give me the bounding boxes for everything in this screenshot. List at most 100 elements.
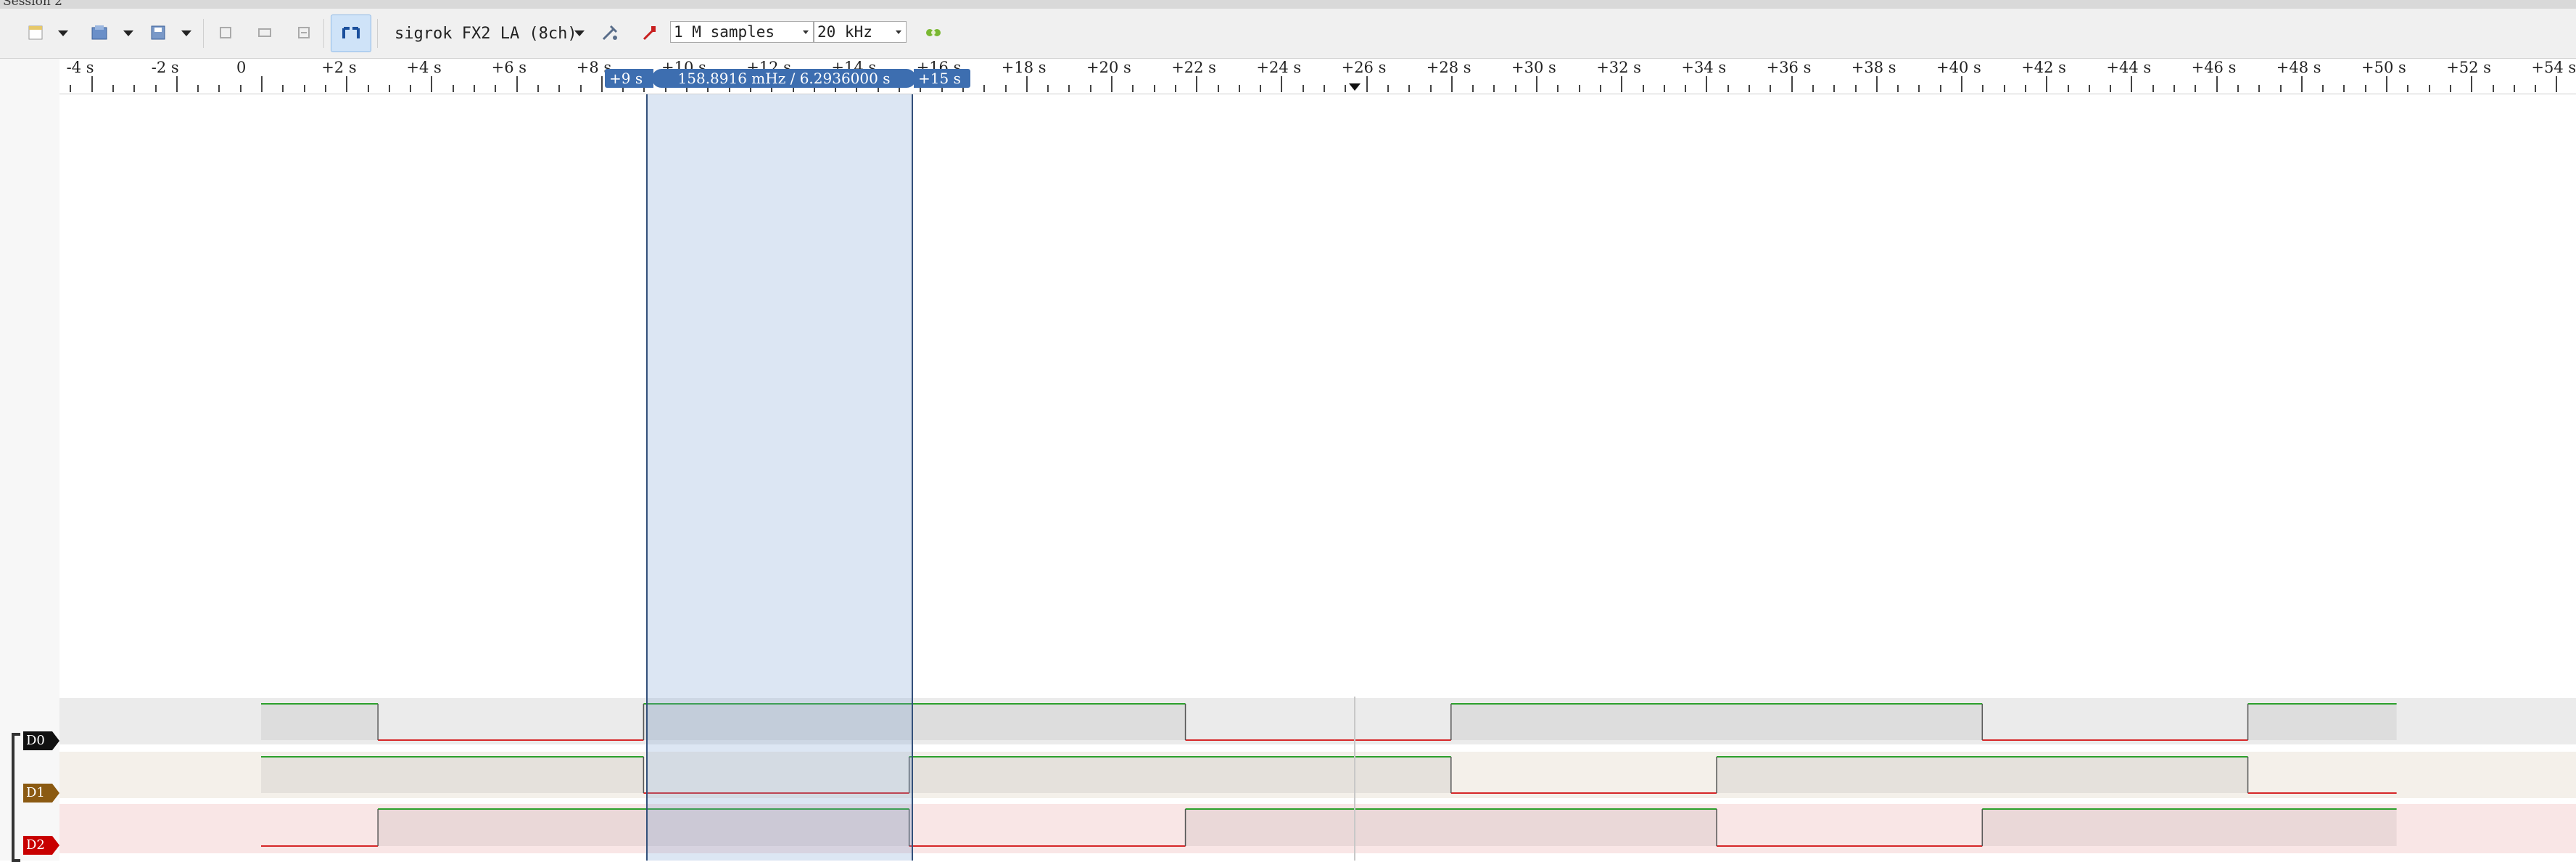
ruler-tick bbox=[474, 85, 475, 92]
zoom-one-icon[interactable] bbox=[254, 22, 276, 44]
ruler-tick bbox=[2322, 85, 2324, 92]
ruler-tick bbox=[1387, 85, 1389, 92]
ruler-tick bbox=[2300, 76, 2303, 92]
ruler-tick bbox=[112, 85, 114, 92]
trigger-line bbox=[1354, 697, 1355, 861]
device-dropdown-arrow[interactable] bbox=[574, 30, 585, 36]
ruler-tick bbox=[1770, 85, 1772, 92]
ruler-tick bbox=[1281, 76, 1283, 92]
save-icon[interactable] bbox=[148, 22, 170, 44]
ruler-tick-label: +48 s bbox=[2276, 59, 2321, 76]
channel-label-d0[interactable]: D0 bbox=[23, 731, 59, 750]
zoom-fit-icon[interactable] bbox=[215, 22, 236, 44]
waveform-high-fill bbox=[261, 757, 644, 793]
sample-count-combo[interactable]: 1 M samples bbox=[670, 21, 814, 43]
ruler-tick bbox=[1068, 85, 1070, 92]
ruler-tick bbox=[2471, 76, 2473, 92]
show-cursors-button[interactable] bbox=[331, 15, 371, 52]
channel-label-d1[interactable]: D1 bbox=[23, 784, 59, 803]
ruler-tick bbox=[516, 76, 518, 92]
ruler-tick bbox=[346, 76, 348, 92]
ruler-tick bbox=[1514, 85, 1516, 92]
ruler-tick bbox=[2195, 85, 2197, 92]
ruler-tick bbox=[1408, 85, 1411, 92]
ruler-tick bbox=[2556, 76, 2558, 92]
ruler-tick bbox=[2492, 85, 2494, 92]
ruler-tick bbox=[452, 85, 454, 92]
ruler-tick bbox=[1621, 76, 1623, 92]
ruler-tick bbox=[367, 85, 369, 92]
channel-label-d2[interactable]: D2 bbox=[23, 836, 59, 855]
ruler-tick bbox=[1706, 76, 1708, 92]
cursor-left-flag[interactable]: +9 s bbox=[605, 69, 653, 88]
sample-rate-combo[interactable]: 20 kHz bbox=[814, 21, 907, 43]
waveform-high-fill bbox=[261, 704, 379, 740]
open-dropdown-arrow[interactable] bbox=[123, 30, 133, 36]
ruler-tick bbox=[1918, 85, 1920, 92]
ruler-tick bbox=[600, 76, 603, 92]
ruler-tick bbox=[1324, 85, 1325, 92]
ruler-tick bbox=[218, 85, 220, 92]
ruler-tick bbox=[2535, 85, 2537, 92]
ruler-tick bbox=[537, 85, 539, 92]
ruler-tick-label: +4 s bbox=[406, 59, 442, 76]
ruler-tick bbox=[579, 85, 582, 92]
save-dropdown-arrow[interactable] bbox=[181, 30, 191, 36]
ruler-tick bbox=[1685, 85, 1687, 92]
ruler-tick bbox=[1982, 85, 1984, 92]
ruler-tick bbox=[495, 85, 497, 92]
ruler-tick-label: +42 s bbox=[2021, 59, 2066, 76]
toolbar-separator bbox=[377, 19, 378, 48]
cursor-right-flag[interactable]: +15 s bbox=[914, 69, 970, 88]
probe-icon[interactable] bbox=[638, 22, 660, 44]
ruler-tick bbox=[2024, 85, 2026, 92]
ruler-tick bbox=[1238, 85, 1240, 92]
ruler-tick bbox=[1557, 85, 1559, 92]
waveform-high-fill bbox=[909, 757, 1451, 793]
ruler-tick bbox=[2110, 85, 2112, 92]
new-session-icon[interactable] bbox=[25, 22, 46, 44]
ruler-tick-label: +38 s bbox=[1851, 59, 1896, 76]
ruler-tick bbox=[1196, 76, 1198, 92]
ruler-tick-label: +52 s bbox=[2446, 59, 2491, 76]
ruler-tick-label: +44 s bbox=[2106, 59, 2152, 76]
ruler-tick bbox=[1897, 85, 1899, 92]
ruler-tick bbox=[261, 76, 263, 92]
ruler-tick bbox=[2088, 85, 2090, 92]
ruler-tick bbox=[431, 76, 433, 92]
trace-view[interactable] bbox=[59, 94, 2576, 861]
ruler-tick bbox=[1939, 85, 1941, 92]
chevron-down-icon bbox=[896, 30, 901, 34]
ruler-tick bbox=[1727, 85, 1729, 92]
ruler-tick bbox=[1366, 76, 1368, 92]
ruler-tick bbox=[1004, 85, 1007, 92]
ruler-tick bbox=[2003, 85, 2005, 92]
new-session-dropdown-arrow[interactable] bbox=[58, 30, 68, 36]
ruler-tick bbox=[303, 85, 305, 92]
ruler-tick bbox=[2046, 76, 2048, 92]
ruler-tick-label: -4 s bbox=[66, 59, 94, 76]
configure-device-icon[interactable] bbox=[599, 22, 621, 44]
chevron-down-icon bbox=[803, 30, 809, 34]
ruler-tick bbox=[2364, 85, 2366, 92]
ruler-tick bbox=[2407, 85, 2409, 92]
waveform-high-fill bbox=[2247, 704, 2397, 740]
waveform-high-fill bbox=[1717, 757, 2248, 793]
run-icon[interactable] bbox=[922, 22, 944, 44]
ruler-tick bbox=[1111, 76, 1112, 92]
ruler-tick bbox=[1578, 85, 1580, 92]
open-icon[interactable] bbox=[88, 22, 110, 44]
ruler-tick bbox=[983, 85, 986, 92]
ruler-tick bbox=[1450, 76, 1453, 92]
ruler-tick bbox=[388, 85, 390, 92]
ruler-tick bbox=[2131, 76, 2133, 92]
trigger-marker-icon[interactable] bbox=[1349, 83, 1361, 91]
time-ruler[interactable]: -4 s -2 s 0 +2 s +4 s +6 s +8 s +10 s +12 s +14 s… bbox=[59, 59, 2576, 94]
device-selector-label[interactable]: sigrok FX2 LA (8ch) bbox=[395, 25, 577, 43]
ruler-tick bbox=[154, 85, 157, 92]
waveform-layer bbox=[261, 703, 2397, 847]
waveform-high-fill bbox=[1185, 809, 1717, 846]
ruler-tick bbox=[324, 85, 326, 92]
cursor-selection-region[interactable] bbox=[646, 94, 913, 861]
zoom-in-icon[interactable] bbox=[293, 22, 315, 44]
